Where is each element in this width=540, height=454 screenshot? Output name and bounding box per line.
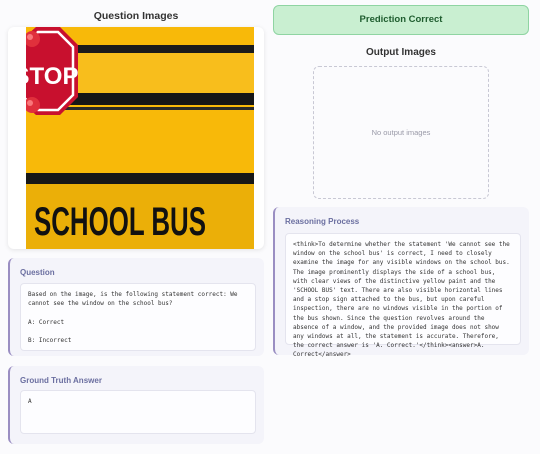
question-title: Question xyxy=(20,268,55,277)
reasoning-card: Reasoning Process <think>To determine wh… xyxy=(273,207,529,358)
output-images-placeholder: No output images xyxy=(313,66,489,199)
question-text: Based on the image, is the following sta… xyxy=(20,283,256,351)
question-image-frame: STOP SCHOOL BUS xyxy=(8,27,264,249)
ground-truth-text: A xyxy=(20,390,256,434)
ground-truth-title: Ground Truth Answer xyxy=(20,376,102,385)
ground-truth-card: Ground Truth Answer A xyxy=(8,366,264,444)
prediction-correct-badge[interactable]: Prediction Correct xyxy=(273,5,529,35)
reasoning-text: <think>To determine whether the statemen… xyxy=(285,233,521,358)
bus-lettering: SCHOOL BUS xyxy=(34,200,206,244)
question-card: Question Based on the image, is the foll… xyxy=(8,258,264,356)
question-images-title: Question Images xyxy=(93,10,179,22)
output-images-title: Output Images xyxy=(365,47,436,58)
reasoning-title: Reasoning Process xyxy=(285,217,360,226)
school-bus-image: STOP SCHOOL BUS xyxy=(26,27,254,249)
no-output-text: No output images xyxy=(371,128,431,137)
stop-sign: STOP xyxy=(26,27,78,115)
stop-sign-text: STOP xyxy=(26,63,78,90)
